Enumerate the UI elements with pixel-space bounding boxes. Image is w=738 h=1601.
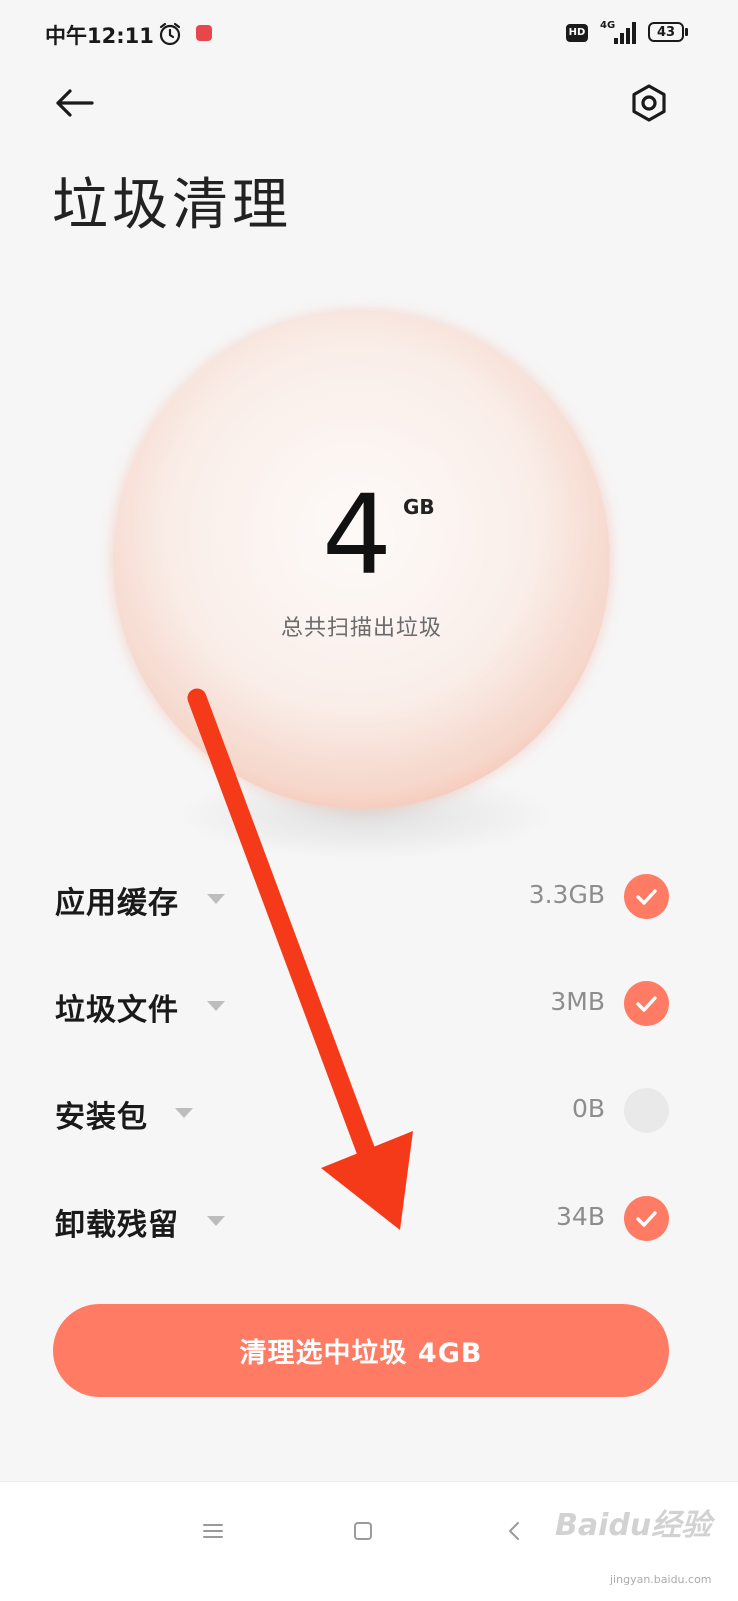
item-size: 3MB <box>550 987 605 1016</box>
hd-icon: HD <box>566 24 588 42</box>
total-junk-caption: 总共扫描出垃圾 <box>280 616 442 641</box>
app-notification-icon <box>196 25 212 41</box>
alarm-icon <box>159 22 181 46</box>
arrow-left-icon <box>56 89 94 117</box>
back-button[interactable] <box>50 78 100 128</box>
item-size: 34B <box>556 1202 605 1231</box>
item-label: 应用缓存 <box>55 886 179 921</box>
caret-down-icon[interactable] <box>175 1108 193 1118</box>
item-size: 0B <box>571 1094 605 1123</box>
item-label: 安装包 <box>55 1100 148 1135</box>
watermark-text: Baidu经验 <box>555 1508 712 1543</box>
back-icon[interactable] <box>500 1516 530 1546</box>
item-label: 垃圾文件 <box>55 993 179 1028</box>
settings-button[interactable] <box>624 78 674 128</box>
check-icon[interactable] <box>624 1196 669 1241</box>
check-icon[interactable] <box>624 981 669 1026</box>
clean-selected-button[interactable]: 清理选中垃圾 4GB <box>53 1304 669 1397</box>
list-item-install-packages[interactable]: 安装包 0B <box>0 1056 723 1164</box>
home-icon[interactable] <box>348 1516 378 1546</box>
check-icon[interactable] <box>624 874 669 919</box>
status-bar: 中午12:11 HD 4G 43 <box>0 0 738 68</box>
caret-down-icon[interactable] <box>207 1001 225 1011</box>
total-junk-value: 4 <box>322 471 392 599</box>
battery-icon: 43 <box>648 22 690 44</box>
item-size: 3.3GB <box>528 880 605 909</box>
caret-down-icon[interactable] <box>207 894 225 904</box>
list-item-app-cache[interactable]: 应用缓存 3.3GB <box>0 842 723 950</box>
list-item-uninstall-residue[interactable]: 卸载残留 34B <box>0 1164 723 1272</box>
network-type: 4G <box>600 20 615 31</box>
menu-icon[interactable] <box>198 1516 228 1546</box>
total-junk-unit: GB <box>403 495 435 519</box>
list-item-junk-files[interactable]: 垃圾文件 3MB <box>0 949 723 1057</box>
battery-level: 43 <box>648 22 684 42</box>
caret-down-icon[interactable] <box>207 1216 225 1226</box>
watermark: Baidu经验 <box>555 1500 725 1543</box>
status-time: 中午12:11 <box>45 24 154 48</box>
watermark-url: jingyan.baidu.com <box>610 1573 712 1586</box>
signal-icon: 4G <box>600 20 636 44</box>
page-title: 垃圾清理 <box>52 173 292 238</box>
gear-icon <box>632 84 666 122</box>
unchecked-circle-icon[interactable] <box>624 1088 669 1133</box>
item-label: 卸载残留 <box>55 1208 179 1243</box>
